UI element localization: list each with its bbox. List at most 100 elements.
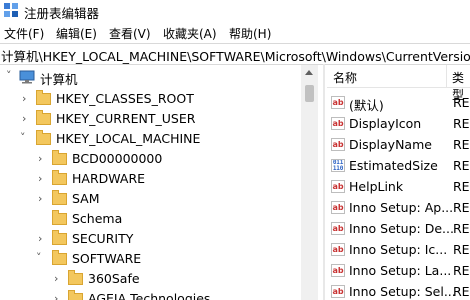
list-item[interactable]: ab Inno Setup: De... REG [327, 218, 470, 239]
list-item[interactable]: ab (默认) REG [327, 92, 470, 113]
collapsed-chevron-icon[interactable]: › [22, 92, 26, 105]
collapsed-chevron-icon[interactable]: › [38, 192, 42, 205]
tree-item-label: HKEY_LOCAL_MACHINE [56, 131, 201, 146]
column-name-header[interactable]: 名称 [333, 69, 357, 86]
value-name: Inno Setup: Sel... [349, 284, 456, 299]
value-name: DisplayIcon [349, 116, 422, 131]
tree-item-label: SAM [72, 191, 100, 206]
list-item[interactable]: ab Inno Setup: Sel... REG [327, 281, 470, 300]
tree-item-hkey-local-machine[interactable]: ˅ HKEY_LOCAL_MACHINE [0, 129, 300, 149]
pane-splitter[interactable] [323, 64, 325, 300]
string-value-icon: ab [331, 96, 345, 109]
string-value-icon: ab [331, 243, 345, 256]
computer-icon [19, 70, 35, 84]
address-bar[interactable]: 计算机\HKEY_LOCAL_MACHINE\SOFTWARE\Microsof… [0, 43, 470, 65]
value-name: Inno Setup: De... [349, 221, 454, 236]
value-name: DisplayName [349, 137, 432, 152]
collapsed-chevron-icon[interactable]: › [38, 232, 42, 245]
value-type: REG [453, 221, 470, 236]
expanded-chevron-icon[interactable]: ˅ [6, 69, 12, 82]
value-type: REG [453, 242, 470, 257]
collapsed-chevron-icon[interactable]: › [38, 152, 42, 165]
folder-icon [36, 90, 51, 105]
title-bar: 注册表编辑器 [0, 0, 470, 22]
values-list: 名称 类型 ab (默认) REG ab DisplayIcon REG ab … [327, 65, 470, 300]
list-item[interactable]: ab Inno Setup: Ap... REG [327, 197, 470, 218]
column-separator[interactable] [446, 65, 447, 87]
value-type: REG [453, 116, 470, 131]
collapsed-chevron-icon[interactable]: › [38, 172, 42, 185]
folder-icon [36, 130, 51, 145]
scroll-up-arrow-icon[interactable] [305, 70, 313, 75]
string-value-icon: ab [331, 285, 345, 298]
list-item[interactable]: ab DisplayName REG [327, 134, 470, 155]
menu-help[interactable]: 帮助(H) [229, 25, 271, 42]
menu-file[interactable]: 文件(F) [4, 25, 44, 42]
value-type: REG [453, 284, 470, 299]
menu-view[interactable]: 查看(V) [109, 25, 151, 42]
tree-item-label: 360Safe [88, 271, 140, 286]
binary-value-icon: 011 110 [331, 159, 345, 172]
tree-item-hkey-current-user[interactable]: › HKEY_CURRENT_USER [0, 109, 300, 129]
tree-item-bcd00000000[interactable]: › BCD00000000 [0, 149, 300, 169]
string-value-icon: ab [331, 117, 345, 130]
expanded-chevron-icon[interactable]: ˅ [36, 251, 42, 264]
tree-item-hkey-classes-root[interactable]: › HKEY_CLASSES_ROOT [0, 89, 300, 109]
tree-item-label: AGEIA Technologies [88, 291, 211, 300]
list-item[interactable]: ab Inno Setup: Ic... REG [327, 239, 470, 260]
folder-icon [36, 110, 51, 125]
value-name: Inno Setup: Ap... [349, 200, 454, 215]
tree-item-label: HKEY_CLASSES_ROOT [56, 91, 194, 106]
menu-edit[interactable]: 编辑(E) [56, 25, 97, 42]
value-name: EstimatedSize [349, 158, 438, 173]
scrollbar-thumb[interactable] [305, 85, 314, 102]
folder-icon [52, 250, 67, 265]
value-type: REG [453, 158, 470, 173]
collapsed-chevron-icon[interactable]: › [22, 112, 26, 125]
tree-item-label: Schema [72, 211, 123, 226]
value-type: REG [453, 179, 470, 194]
tree-item-schema[interactable]: Schema [0, 209, 300, 229]
tree-item-label: BCD00000000 [72, 151, 163, 166]
address-path[interactable]: 计算机\HKEY_LOCAL_MACHINE\SOFTWARE\Microsof… [1, 46, 470, 65]
collapsed-chevron-icon[interactable]: › [54, 272, 58, 285]
column-header: 名称 类型 [327, 65, 470, 102]
string-value-icon: ab [331, 222, 345, 235]
tree-item-computer[interactable]: ˅ 计算机 [0, 67, 300, 87]
tree-item-sam[interactable]: › SAM [0, 189, 300, 209]
menu-favorites[interactable]: 收藏夹(A) [163, 25, 217, 42]
value-type: REG [453, 137, 470, 152]
registry-editor-icon [4, 3, 18, 17]
list-item[interactable]: ab DisplayIcon REG [327, 113, 470, 134]
tree-item-360safe[interactable]: › 360Safe [0, 269, 300, 289]
folder-icon [68, 290, 83, 300]
tree-item-security[interactable]: › SECURITY [0, 229, 300, 249]
tree-scrollbar[interactable] [301, 65, 318, 300]
expanded-chevron-icon[interactable]: ˅ [20, 131, 26, 144]
list-item[interactable]: 011110 EstimatedSize REG [327, 155, 470, 176]
list-item[interactable]: ab HelpLink REG [327, 176, 470, 197]
tree-item-label: SECURITY [72, 231, 134, 246]
tree-item-software[interactable]: ˅ SOFTWARE [0, 249, 300, 269]
window-title: 注册表编辑器 [24, 6, 100, 21]
folder-icon [52, 150, 67, 165]
folder-icon [52, 170, 67, 185]
value-type: REG [453, 263, 470, 278]
tree-item-label: 计算机 [40, 72, 78, 87]
value-name: HelpLink [349, 179, 404, 194]
collapsed-chevron-icon[interactable]: › [54, 292, 58, 300]
value-name: Inno Setup: Ic... [349, 242, 448, 257]
folder-icon [68, 270, 83, 285]
tree-item-hardware[interactable]: › HARDWARE [0, 169, 300, 189]
tree-item-label: SOFTWARE [72, 251, 142, 266]
value-name: (默认) [349, 98, 384, 113]
folder-icon [52, 210, 67, 225]
folder-icon [52, 230, 67, 245]
string-value-icon: ab [331, 201, 345, 214]
tree-item-ageia-technologies[interactable]: › AGEIA Technologies [0, 289, 300, 300]
list-item[interactable]: ab Inno Setup: La... REG [327, 260, 470, 281]
value-name: Inno Setup: La... [349, 263, 452, 278]
folder-icon [52, 190, 67, 205]
tree-item-label: HKEY_CURRENT_USER [56, 111, 196, 126]
string-value-icon: ab [331, 264, 345, 277]
